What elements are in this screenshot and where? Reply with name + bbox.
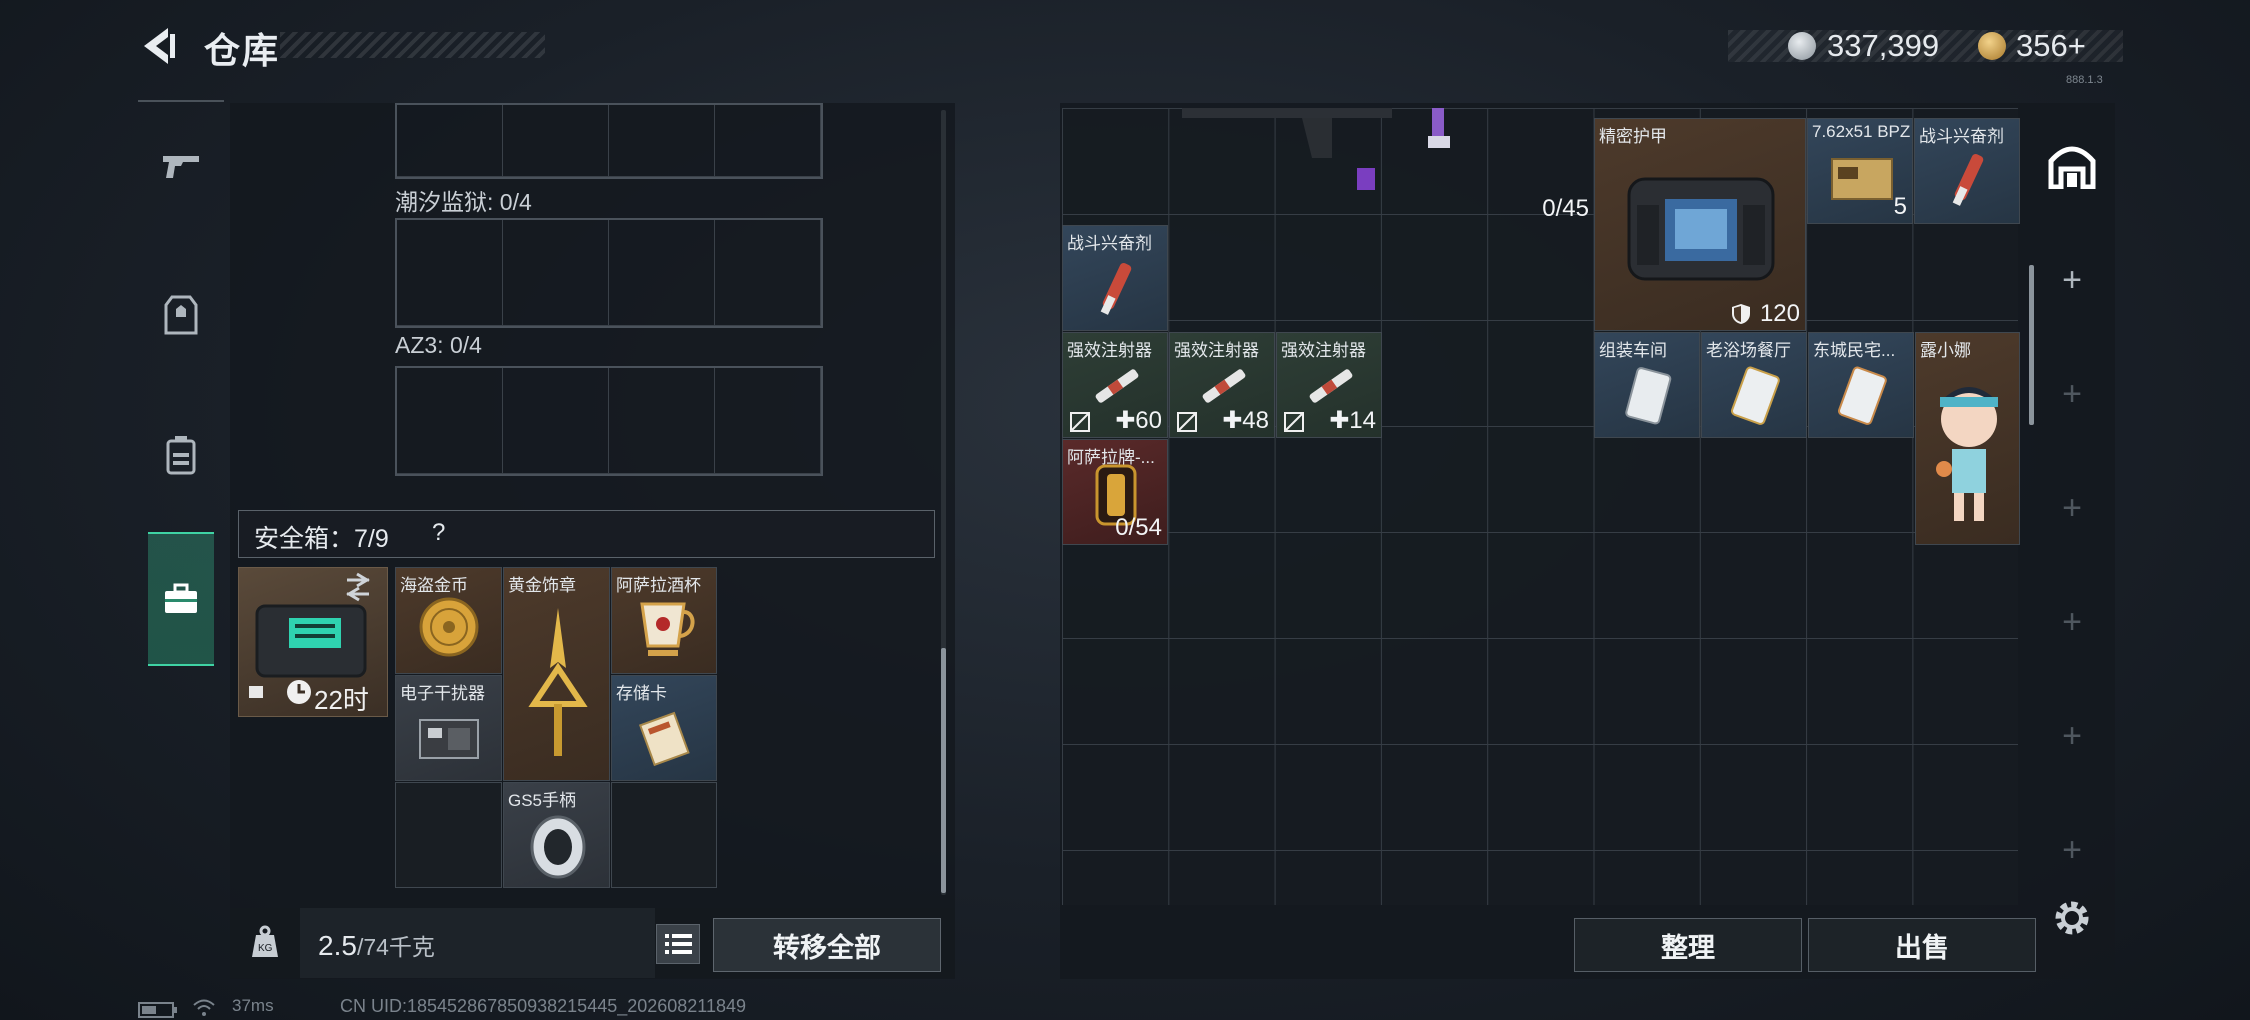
- no-heal-icon: [1284, 412, 1304, 432]
- no-heal-icon: [1177, 412, 1197, 432]
- syringe-icon: [1309, 369, 1353, 403]
- nav-safebox[interactable]: [148, 532, 214, 666]
- stimulant-icon: [1100, 263, 1132, 315]
- section-label-tidal-prison: 潮汐监狱: 0/4: [395, 189, 532, 215]
- memory-card-icon: [638, 711, 690, 766]
- left-nav: [138, 100, 224, 672]
- container-grid-top: [395, 103, 823, 179]
- list-icon: [665, 934, 692, 954]
- section-label-az3: AZ3: 0/4: [395, 332, 482, 358]
- keycard-icon: [1838, 366, 1887, 425]
- figure-icon: [1936, 387, 1998, 521]
- page-title: 仓库: [204, 30, 281, 71]
- rail-add-slot[interactable]: +: [2044, 480, 2100, 536]
- item-gs5-grip[interactable]: GS5手柄: [503, 782, 610, 888]
- gear-icon[interactable]: [2050, 896, 2094, 940]
- battery-icon: [138, 1002, 177, 1018]
- precision-armor-icon: [1627, 177, 1775, 281]
- item-gold-emblem[interactable]: 黄金饰章: [503, 567, 610, 781]
- help-button[interactable]: ?: [432, 519, 445, 547]
- item-combat-stimulant[interactable]: 战斗兴奋剂: [1062, 225, 1168, 331]
- asala-cup-icon: [640, 602, 695, 656]
- user-uid: CN UID:18545286785093821544​5_2026082118…: [340, 996, 747, 1016]
- ping-value: 37ms: [232, 996, 274, 1015]
- keycard-icon: [1731, 366, 1780, 425]
- rail-add-slot[interactable]: +: [2044, 594, 2100, 650]
- title-stripe-decoration: [280, 32, 545, 58]
- gs5-grip-icon: [530, 815, 586, 879]
- right-scrollbar[interactable]: [2029, 265, 2034, 425]
- ammo-box-icon: [1831, 158, 1893, 200]
- gold-emblem-icon: [528, 608, 588, 756]
- stash-icon: [2048, 146, 2096, 189]
- item-pirate-coin[interactable]: 海盗金币: [395, 567, 502, 674]
- keycard-icon: [1625, 367, 1672, 425]
- nav-backpack[interactable]: [138, 390, 224, 520]
- transfer-all-button[interactable]: 转移全部: [713, 918, 941, 972]
- stimulant-icon: [1952, 154, 1984, 206]
- rail-stash-main[interactable]: [2044, 138, 2100, 194]
- stash-grid[interactable]: [1062, 108, 2018, 905]
- safe-box-label: 安全箱：7/9: [254, 525, 389, 553]
- item-key-old-bath-restaurant[interactable]: 老浴场餐厅: [1701, 332, 1807, 438]
- right-rail: + + + + + +: [2044, 130, 2100, 870]
- rail-add-slot[interactable]: +: [2044, 708, 2100, 764]
- nav-weapon[interactable]: [138, 100, 224, 230]
- container-grid-tidal-prison[interactable]: [395, 218, 823, 328]
- sell-button[interactable]: 出售: [1808, 918, 2036, 972]
- list-view-button[interactable]: [656, 924, 700, 964]
- item-precision-armor[interactable]: 精密护甲 120: [1594, 118, 1806, 331]
- armor-icon: [164, 295, 198, 335]
- syringe-icon: [1095, 369, 1139, 403]
- syringe-icon: [1202, 369, 1246, 403]
- item-asala-card[interactable]: 阿萨拉牌-... 0/54: [1062, 439, 1168, 545]
- pirate-coin-icon: [419, 597, 479, 657]
- left-scrollbar[interactable]: [941, 648, 946, 893]
- weapon-icon: [163, 156, 199, 178]
- empty-slot[interactable]: [395, 782, 502, 888]
- organize-button[interactable]: 整理: [1574, 918, 1802, 972]
- weight-icon: KG: [252, 925, 278, 957]
- electronic-jammer-icon: [419, 719, 479, 759]
- item-electronic-jammer[interactable]: 电子干扰器: [395, 675, 502, 781]
- item-memory-card[interactable]: 存储卡: [611, 675, 717, 781]
- item-potent-syringe[interactable]: 强效注射器 ✚14: [1276, 332, 1382, 438]
- version-tag: 888.1.3: [2066, 74, 2103, 86]
- item-combat-stimulant[interactable]: 战斗兴奋剂: [1914, 118, 2020, 224]
- backpack-icon: [166, 436, 196, 475]
- silver-amount: 337,399: [1827, 28, 1940, 63]
- no-heal-icon: [1070, 412, 1090, 432]
- item-key-assembly-workshop[interactable]: 组装车间: [1594, 332, 1700, 438]
- item-figure-lu-xiaona[interactable]: 露小娜: [1915, 332, 2020, 545]
- rail-add-slot[interactable]: +: [2044, 252, 2100, 308]
- item-potent-syringe[interactable]: 强效注射器 ✚48: [1169, 332, 1275, 438]
- rail-add-slot[interactable]: +: [2044, 366, 2100, 422]
- rail-add-slot[interactable]: +: [2044, 822, 2100, 878]
- durability-shield-icon: [1732, 304, 1750, 324]
- nav-armor[interactable]: [138, 250, 224, 380]
- gold-amount[interactable]: 356+: [2016, 28, 2086, 64]
- wifi-icon: [193, 999, 215, 1016]
- svg-text:KG: KG: [258, 943, 273, 954]
- safebox-icon: [165, 583, 197, 613]
- weight-value: 2.5/74千克: [318, 930, 435, 961]
- silver-coin-icon: [1788, 32, 1816, 60]
- rifle-icon: [1182, 108, 1450, 190]
- item-762-ammo[interactable]: 7.62x51 BPZ 5: [1807, 118, 1913, 224]
- back-arrow-icon[interactable]: [138, 24, 182, 68]
- safe-box-timer: 22时: [314, 685, 369, 715]
- item-asala-cup[interactable]: 阿萨拉酒杯: [611, 567, 717, 674]
- item-potent-syringe[interactable]: 强效注射器 ✚60: [1062, 332, 1168, 438]
- empty-slot[interactable]: [611, 782, 717, 888]
- item-key-east-city-residence[interactable]: 东城民宅...: [1808, 332, 1914, 438]
- gold-coin-icon: [1978, 32, 2006, 60]
- item-rifle[interactable]: 0/45: [1062, 108, 1594, 225]
- container-grid-az3[interactable]: [395, 366, 823, 476]
